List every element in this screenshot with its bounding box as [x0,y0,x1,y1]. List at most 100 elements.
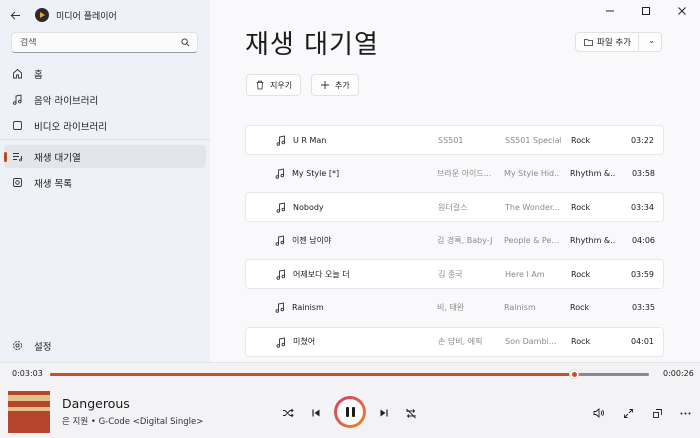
table-row[interactable]: 이젠 남이야 김 경록, Baby-J People & Pe... Rhyth… [245,226,664,256]
mini-player-button[interactable] [647,403,667,423]
track-artist: 김 종국 [438,269,463,279]
music-note-icon [275,168,285,179]
track-duration: 03:35 [631,303,655,313]
track-album: Son Dambi... [505,337,557,347]
track-artist: 원더걸스 [438,202,468,212]
nav-item-play-queue[interactable]: 재생 대기열 [4,145,206,168]
now-playing-title: Dangerous [62,396,130,411]
nav-item-music-library[interactable]: 음악 라이브러리 [4,88,206,111]
queue-icon [12,153,22,162]
track-artist: 손 담비, 에픽 [438,337,483,347]
nav-item-label: 재생 대기열 [34,152,81,164]
home-icon [12,68,22,79]
repeat-button[interactable] [401,403,421,423]
nav-item-settings[interactable]: 설정 [4,334,206,357]
track-genre: Rhythm &... [570,169,616,179]
remaining-time: 0:00:26 [663,369,694,378]
track-artist: 김 경록, Baby-J [437,236,493,246]
app-logo-icon [35,8,49,22]
more-icon [680,412,690,414]
more-options-button[interactable] [675,403,695,423]
repeat-off-icon [406,408,416,418]
track-genre: Rock [571,269,591,279]
add-file-button[interactable]: 파일 추가 ⌄ [575,32,662,52]
track-duration: 03:22 [630,135,654,145]
music-note-icon [276,202,286,213]
shuffle-button[interactable] [278,403,298,423]
table-row[interactable]: 어제보다 오늘 더 김 종국 Here I Am Rock 03:59 [245,259,664,290]
pause-bar [345,407,349,417]
back-arrow-icon [10,10,20,20]
video-icon [12,121,22,130]
plus-icon [321,81,329,89]
folder-icon [584,38,593,46]
clear-label: 지우기 [270,80,293,90]
minimize-button[interactable] [592,0,628,22]
track-album: People & Pe... [504,236,559,246]
search-icon[interactable] [181,38,190,47]
track-genre: Rhythm &... [570,236,616,246]
now-playing-artist: 은 지원 • G-Code <Digital Single> [62,417,204,427]
nav-item-playlists[interactable]: 재생 목록 [4,171,206,194]
pause-bar [351,407,355,417]
gear-icon [12,341,22,350]
mini-player-icon [652,408,662,418]
volume-button[interactable] [589,403,609,423]
track-duration: 03:58 [631,169,655,179]
track-album: Here I Am [505,269,545,279]
table-row[interactable]: 미쳤어 손 담비, 에픽 Son Dambi... Rock 04:01 [245,326,664,357]
table-row[interactable]: Nobody 원더걸스 The Wonder... Rock 03:34 [245,192,664,223]
album-art[interactable] [8,391,50,433]
track-list: U R Man SS501 SS501 Special... Rock 03:2… [245,125,664,360]
volume-icon [593,408,604,418]
nav-item-label: 재생 목록 [34,178,72,190]
next-button[interactable] [374,403,394,423]
clear-button[interactable]: 지우기 [246,74,302,96]
nav-item-home[interactable]: 홈 [4,62,206,85]
pause-button[interactable] [334,396,366,428]
nav-item-label: 비디오 라이브러리 [34,121,107,133]
table-row[interactable]: Rainism 비, 태완 Rainism Rock 03:35 [245,293,664,323]
page-title: 재생 대기열 [245,30,379,60]
music-note-icon [276,337,286,348]
player-bar: 0:03:03 0:00:26 Dangerous 은 지원 • G-Code … [0,362,700,438]
track-title: 어제보다 오늘 더 [293,269,350,279]
add-file-label: 파일 추가 [597,38,631,48]
track-duration: 03:34 [630,202,654,212]
album-art-band [8,407,50,411]
track-title: 이젠 남이야 [292,236,332,246]
chevron-down-icon[interactable]: ⌄ [648,36,655,45]
previous-icon [312,409,320,417]
seek-slider[interactable] [50,369,649,379]
sidebar: 미디어 플레이어 홈 음악 라이브러리 비디오 라이브러리 재생 대기열 재생 … [0,0,210,362]
trash-icon [256,80,264,90]
search-input[interactable] [20,37,180,48]
minimize-icon [606,10,614,12]
fullscreen-button[interactable] [618,403,638,423]
track-genre: Rock [571,337,591,347]
search-box[interactable] [11,32,198,53]
close-button[interactable] [664,0,700,22]
previous-button[interactable] [306,403,326,423]
track-duration: 04:01 [630,337,654,347]
track-album: The Wonder... [505,202,561,212]
seek-thumb[interactable] [569,369,580,379]
album-art-band [8,395,50,401]
track-title: U R Man [293,135,327,145]
title-bar: 미디어 플레이어 [0,0,210,30]
add-button[interactable]: 추가 [311,74,359,96]
table-row[interactable]: My Style [*] 브라운 아이드... My Style Hid... … [245,159,664,189]
next-icon [380,409,388,417]
track-genre: Rock [571,202,591,212]
track-album: Rainism [504,303,536,313]
music-note-icon [275,235,285,246]
music-note-icon [12,94,22,105]
table-row[interactable]: U R Man SS501 SS501 Special... Rock 03:2… [245,125,664,155]
track-artist: SS501 [438,135,464,145]
nav-divider [0,139,210,140]
track-genre: Rock [570,303,590,313]
nav-item-label: 홈 [34,69,43,81]
maximize-button[interactable] [628,0,664,22]
back-button[interactable] [0,0,30,30]
nav-item-video-library[interactable]: 비디오 라이브러리 [4,114,206,137]
